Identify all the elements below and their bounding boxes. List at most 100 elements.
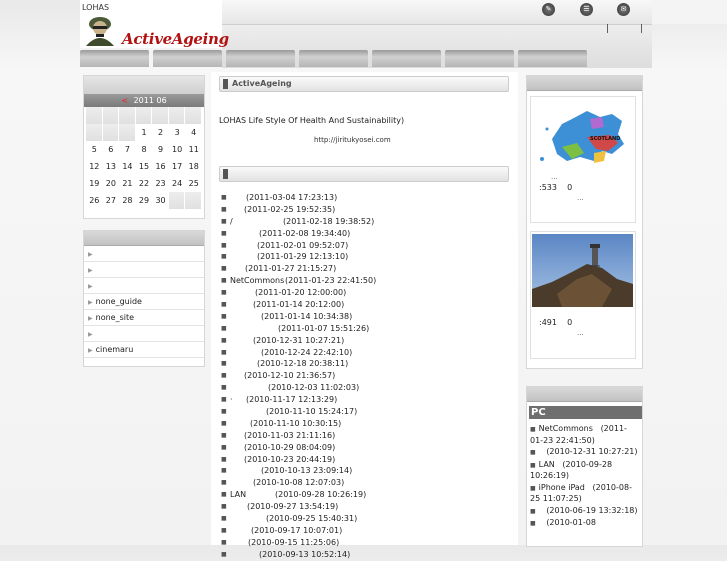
link-item[interactable]: ▶ cinemaru bbox=[84, 342, 204, 358]
post-item[interactable]: ■ (2010-09-15 11:25:06) bbox=[221, 537, 511, 549]
post-item[interactable]: ■ (2010-12-10 21:36:57) bbox=[221, 370, 511, 382]
calendar-day[interactable]: 7 bbox=[119, 141, 136, 158]
pc-item[interactable]: ■ iPhone iPad (2010-08-25 11:07:25) bbox=[530, 483, 638, 505]
calendar-day[interactable]: 19 bbox=[86, 175, 103, 192]
post-item[interactable]: ■ (2011-01-14 10:34:38) bbox=[221, 311, 511, 323]
post-item[interactable]: ■ (2011-01-07 15:51:26) bbox=[221, 323, 511, 335]
calendar-day[interactable]: 16 bbox=[152, 158, 169, 175]
link-item[interactable]: ▶ bbox=[84, 278, 204, 294]
pc-item-title[interactable]: iPhone iPad bbox=[539, 483, 585, 492]
pc-item[interactable]: ■ (2010-12-31 10:27:21) bbox=[530, 447, 638, 459]
post-title[interactable]: NetCommons bbox=[230, 275, 284, 287]
photo-more[interactable]: ... bbox=[577, 194, 584, 202]
calendar-day[interactable]: 5 bbox=[86, 141, 103, 158]
calendar-day[interactable]: 6 bbox=[103, 141, 120, 158]
post-item[interactable]: ■ (2010-10-23 20:44:19) bbox=[221, 454, 511, 466]
link-item[interactable]: ▶ none_guide bbox=[84, 294, 204, 310]
calendar-day[interactable]: 23 bbox=[152, 175, 169, 192]
pc-item[interactable]: ■ (2010-01-08 bbox=[530, 518, 638, 530]
post-item[interactable]: ■ (2010-10-29 08:04:09) bbox=[221, 442, 511, 454]
post-item[interactable]: ■ (2010-10-13 23:09:14) bbox=[221, 465, 511, 477]
post-item[interactable]: ■ (2010-12-03 11:02:03) bbox=[221, 382, 511, 394]
post-item[interactable]: ■ (2011-02-25 19:52:35) bbox=[221, 204, 511, 216]
post-item[interactable]: ■ (2010-09-13 10:52:14) bbox=[221, 549, 511, 561]
link-label[interactable]: none_site bbox=[96, 313, 134, 322]
nav-tab-3[interactable] bbox=[226, 50, 295, 67]
post-item[interactable]: ■ (2011-01-14 20:12:00) bbox=[221, 299, 511, 311]
calendar-day[interactable]: 28 bbox=[119, 192, 136, 209]
pc-item[interactable]: ■ NetCommons (2011-01-23 22:41:50) bbox=[530, 424, 638, 446]
calendar-day[interactable]: 8 bbox=[136, 141, 153, 158]
post-item[interactable]: ■ / (2011-02-18 19:38:52) bbox=[221, 216, 511, 228]
calendar-day[interactable]: 26 bbox=[86, 192, 103, 209]
calendar-day[interactable]: 3 bbox=[169, 124, 186, 141]
calendar-day[interactable]: 30 bbox=[152, 192, 169, 209]
post-title[interactable]: LAN bbox=[230, 489, 246, 501]
prev-month-link[interactable]: < bbox=[121, 96, 128, 105]
calendar-day[interactable]: 13 bbox=[103, 158, 120, 175]
site-url-link[interactable]: http://jiritukyosei.com bbox=[314, 136, 391, 144]
post-item[interactable]: ■ (2010-11-10 10:30:15) bbox=[221, 418, 511, 430]
calendar-day[interactable]: 15 bbox=[136, 158, 153, 175]
calendar-day[interactable]: 20 bbox=[103, 175, 120, 192]
calendar-day[interactable]: 25 bbox=[185, 175, 202, 192]
post-item[interactable]: ■ (2011-02-01 09:52:07) bbox=[221, 240, 511, 252]
post-item[interactable]: ■ (2010-09-27 13:54:19) bbox=[221, 501, 511, 513]
link-label[interactable]: none_guide bbox=[96, 297, 142, 306]
post-title[interactable]: · bbox=[230, 394, 233, 406]
nav-tab-4[interactable] bbox=[299, 50, 368, 67]
post-item[interactable]: ■ (2010-10-08 12:07:03) bbox=[221, 477, 511, 489]
link-item[interactable]: ▶ none_site bbox=[84, 310, 204, 326]
photo-card[interactable]: SCOTLAND ... :533 0 ... bbox=[530, 96, 636, 223]
calendar-day[interactable]: 2 bbox=[152, 124, 169, 141]
post-item[interactable]: ■ (2011-03-04 17:23:13) bbox=[221, 192, 511, 204]
post-item[interactable]: ■ · (2010-11-17 12:13:29) bbox=[221, 394, 511, 406]
post-item[interactable]: ■ (2011-02-08 19:34:40) bbox=[221, 228, 511, 240]
calendar-day[interactable]: 4 bbox=[185, 124, 202, 141]
post-item[interactable]: ■ (2010-11-10 15:24:17) bbox=[221, 406, 511, 418]
calendar-day[interactable]: 17 bbox=[169, 158, 186, 175]
post-item[interactable]: ■ (2010-09-17 10:07:01) bbox=[221, 525, 511, 537]
nav-tab-1[interactable] bbox=[80, 50, 149, 67]
post-item[interactable]: ■ (2011-01-20 12:00:00) bbox=[221, 287, 511, 299]
post-item[interactable]: ■ (2010-12-24 22:42:10) bbox=[221, 347, 511, 359]
post-item[interactable]: ■ (2010-09-25 15:40:31) bbox=[221, 513, 511, 525]
post-item[interactable]: ■ (2011-01-29 12:13:10) bbox=[221, 251, 511, 263]
calendar-day[interactable]: 27 bbox=[103, 192, 120, 209]
list-icon[interactable]: ☰ bbox=[580, 3, 593, 16]
nav-tab-7[interactable] bbox=[518, 50, 587, 67]
calendar-day[interactable]: 22 bbox=[136, 175, 153, 192]
tower-photo-image[interactable] bbox=[532, 234, 633, 307]
calendar-day[interactable]: 21 bbox=[119, 175, 136, 192]
post-item[interactable]: ■ LAN (2010-09-28 10:26:19) bbox=[221, 489, 511, 501]
link-item[interactable]: ▶ bbox=[84, 246, 204, 262]
post-item[interactable]: ■ (2010-12-18 20:38:11) bbox=[221, 358, 511, 370]
calendar-day[interactable]: 9 bbox=[152, 141, 169, 158]
photo-card[interactable]: :491 0 ... bbox=[530, 231, 636, 359]
link-item[interactable]: ▶ bbox=[84, 326, 204, 342]
edit-icon[interactable]: ✎ bbox=[542, 3, 555, 16]
mail-icon[interactable]: ✉ bbox=[617, 3, 630, 16]
calendar-day[interactable]: 24 bbox=[169, 175, 186, 192]
post-title[interactable]: / bbox=[230, 216, 233, 228]
calendar-day[interactable]: 12 bbox=[86, 158, 103, 175]
calendar-day[interactable]: 1 bbox=[136, 124, 153, 141]
scotland-map-image[interactable]: SCOTLAND bbox=[532, 99, 633, 174]
post-item[interactable]: ■ (2010-12-31 10:27:21) bbox=[221, 335, 511, 347]
calendar-day[interactable]: 14 bbox=[119, 158, 136, 175]
calendar-day[interactable]: 11 bbox=[185, 141, 202, 158]
post-item[interactable]: ■ NetCommons (2011-01-23 22:41:50) bbox=[221, 275, 511, 287]
site-name[interactable]: LOHAS bbox=[82, 3, 109, 12]
nav-tab-6[interactable] bbox=[445, 50, 514, 67]
logo-text[interactable]: ActiveAgeing bbox=[122, 30, 229, 48]
link-item[interactable]: ▶ bbox=[84, 262, 204, 278]
link-label[interactable]: cinemaru bbox=[96, 345, 134, 354]
post-item[interactable]: ■ (2011-01-27 21:15:27) bbox=[221, 263, 511, 275]
calendar-day[interactable]: 29 bbox=[136, 192, 153, 209]
pc-item[interactable]: ■ (2010-06-19 13:32:18) bbox=[530, 506, 638, 518]
nav-tab-2[interactable] bbox=[153, 50, 222, 67]
post-item[interactable]: ■ (2010-11-03 21:11:16) bbox=[221, 430, 511, 442]
nav-tab-5[interactable] bbox=[372, 50, 441, 67]
photo-more[interactable]: ... bbox=[577, 329, 584, 337]
calendar-day[interactable]: 10 bbox=[169, 141, 186, 158]
